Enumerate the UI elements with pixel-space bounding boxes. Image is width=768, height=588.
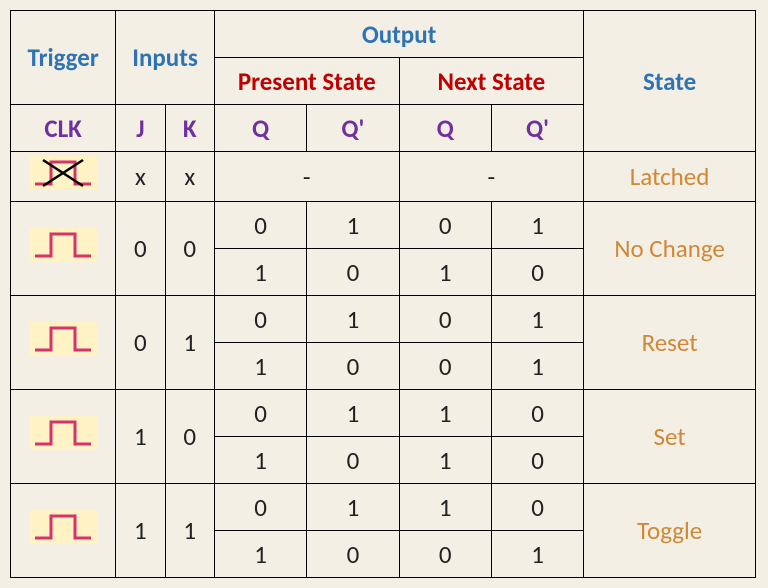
cell-state: Set bbox=[584, 390, 756, 484]
clk-pulse-icon bbox=[11, 296, 116, 390]
cell-j: 0 bbox=[116, 296, 165, 390]
cell-state: Reset bbox=[584, 296, 756, 390]
hdr-ps-q: Q bbox=[214, 105, 306, 152]
cell-ns-q: 0 bbox=[399, 202, 491, 249]
cell-ps-q: 0 bbox=[214, 390, 306, 437]
cell-ps-qb: 1 bbox=[307, 390, 399, 437]
cell-ns-qb: 1 bbox=[491, 531, 583, 578]
cell-j: 1 bbox=[116, 390, 165, 484]
clk-pulse-icon bbox=[11, 202, 116, 296]
cell-state: No Change bbox=[584, 202, 756, 296]
table-row: 1 1 0 1 1 0 Toggle bbox=[11, 484, 756, 531]
cell-ps-qb: 1 bbox=[307, 484, 399, 531]
hdr-next: Next State bbox=[399, 58, 584, 105]
cell-k: 1 bbox=[165, 296, 214, 390]
cell-ns-q: 1 bbox=[399, 437, 491, 484]
cell-j: 1 bbox=[116, 484, 165, 578]
jk-flipflop-truth-table: Trigger Inputs Output State Present Stat… bbox=[10, 10, 756, 578]
cell-ns-q: 0 bbox=[399, 343, 491, 390]
hdr-j: J bbox=[116, 105, 165, 152]
cell-ns: - bbox=[399, 152, 584, 202]
hdr-trigger: Trigger bbox=[11, 11, 116, 105]
cell-ps-q: 0 bbox=[214, 296, 306, 343]
hdr-inputs: Inputs bbox=[116, 11, 215, 105]
hdr-present: Present State bbox=[214, 58, 399, 105]
hdr-state: State bbox=[584, 11, 756, 152]
cell-k: 0 bbox=[165, 390, 214, 484]
cell-k: x bbox=[165, 152, 214, 202]
cell-ps-qb: 0 bbox=[307, 343, 399, 390]
clk-no-trigger-icon bbox=[11, 152, 116, 202]
cell-ps-q: 1 bbox=[214, 531, 306, 578]
cell-j: 0 bbox=[116, 202, 165, 296]
cell-ns-qb: 0 bbox=[491, 390, 583, 437]
cell-ns-qb: 0 bbox=[491, 249, 583, 296]
hdr-ns-qb: Q' bbox=[491, 105, 583, 152]
hdr-clk: CLK bbox=[11, 105, 116, 152]
cell-ns-qb: 0 bbox=[491, 484, 583, 531]
cell-ps-qb: 0 bbox=[307, 249, 399, 296]
cell-ps-qb: 1 bbox=[307, 296, 399, 343]
cell-k: 0 bbox=[165, 202, 214, 296]
table-row: x x - - Latched bbox=[11, 152, 756, 202]
cell-ps-qb: 0 bbox=[307, 531, 399, 578]
clk-pulse-icon bbox=[11, 484, 116, 578]
cell-ps: - bbox=[214, 152, 399, 202]
cell-ps-q: 0 bbox=[214, 484, 306, 531]
hdr-k: K bbox=[165, 105, 214, 152]
cell-ps-qb: 1 bbox=[307, 202, 399, 249]
cell-ps-qb: 0 bbox=[307, 437, 399, 484]
cell-ps-q: 1 bbox=[214, 249, 306, 296]
cell-state: Toggle bbox=[584, 484, 756, 578]
cell-ns-q: 1 bbox=[399, 249, 491, 296]
table-row: 0 1 0 1 0 1 Reset bbox=[11, 296, 756, 343]
cell-ns-qb: 1 bbox=[491, 202, 583, 249]
cell-ps-q: 1 bbox=[214, 343, 306, 390]
cell-ns-q: 1 bbox=[399, 484, 491, 531]
cell-ns-q: 0 bbox=[399, 296, 491, 343]
hdr-ns-q: Q bbox=[399, 105, 491, 152]
cell-k: 1 bbox=[165, 484, 214, 578]
clk-pulse-icon bbox=[11, 390, 116, 484]
cell-ns-qb: 0 bbox=[491, 437, 583, 484]
cell-ps-q: 0 bbox=[214, 202, 306, 249]
table-row: 0 0 0 1 0 1 No Change bbox=[11, 202, 756, 249]
cell-ns-qb: 1 bbox=[491, 343, 583, 390]
cell-state: Latched bbox=[584, 152, 756, 202]
cell-j: x bbox=[116, 152, 165, 202]
cell-ps-q: 1 bbox=[214, 437, 306, 484]
hdr-output: Output bbox=[214, 11, 583, 58]
hdr-ps-qb: Q' bbox=[307, 105, 399, 152]
cell-ns-q: 0 bbox=[399, 531, 491, 578]
table-row: 1 0 0 1 1 0 Set bbox=[11, 390, 756, 437]
cell-ns-qb: 1 bbox=[491, 296, 583, 343]
cell-ns-q: 1 bbox=[399, 390, 491, 437]
